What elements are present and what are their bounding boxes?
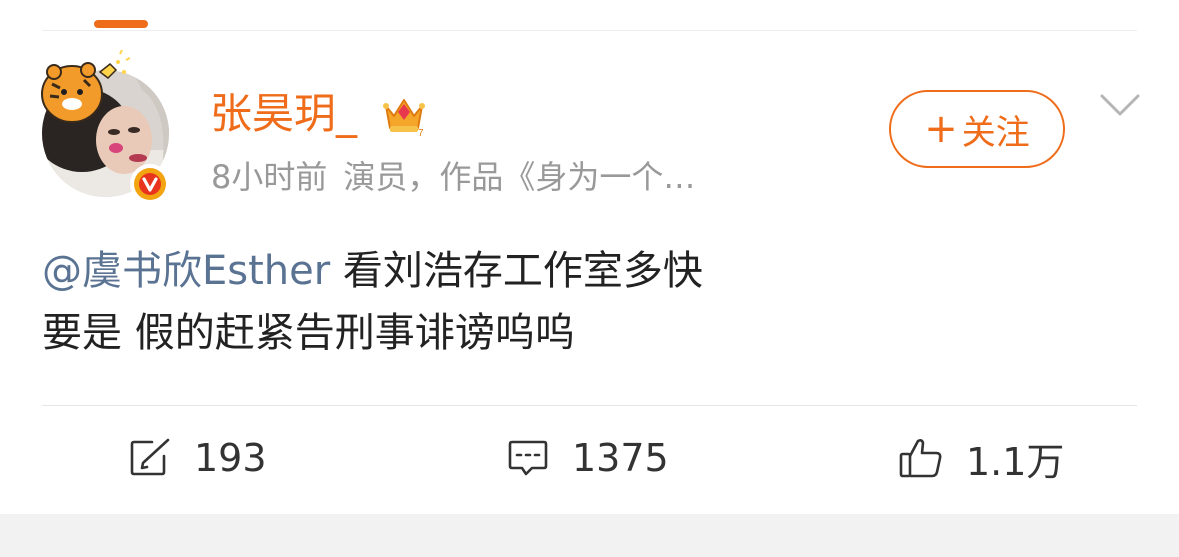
post-line-1: @虞书欣Esther 看刘浩存工作室多快: [42, 240, 1137, 302]
plus-icon: +: [924, 106, 958, 152]
like-count: 1.1万: [966, 439, 1065, 484]
post-content: @虞书欣Esther 看刘浩存工作室多快 要是 假的赶紧告刑事诽谤呜呜: [42, 240, 1137, 364]
tiger-sticker-icon: [41, 50, 130, 123]
svg-text:7: 7: [418, 128, 424, 138]
post-line-2: 要是 假的赶紧告刑事诽谤呜呜: [42, 310, 575, 356]
follow-label: 关注: [961, 112, 1030, 153]
mention-link[interactable]: @虞书欣Esther: [42, 248, 330, 294]
weibo-post-card: 张昊玥_ 7 8小时前 演员，作品《身为一个… + 关注 @虞书欣Esther 看…: [0, 0, 1179, 557]
share-icon: [130, 438, 170, 476]
repost-button[interactable]: 193: [128, 432, 267, 484]
crown-icon: 7: [383, 99, 425, 138]
card-separator: [0, 514, 1179, 557]
verified-v-badge: [130, 164, 170, 204]
active-tab-indicator: [94, 20, 148, 28]
comment-icon: [508, 440, 548, 476]
top-divider: [42, 30, 1137, 31]
author-description: 演员，作品《身为一个…: [343, 158, 696, 196]
comment-button[interactable]: 1375: [506, 432, 669, 484]
repost-count: 193: [194, 436, 267, 480]
comment-count: 1375: [572, 436, 669, 480]
author-name[interactable]: 张昊玥_: [210, 88, 357, 140]
post-text-1: 看刘浩存工作室多快: [330, 248, 703, 294]
follow-button[interactable]: + 关注: [889, 90, 1065, 168]
thumbs-up-icon: [899, 439, 942, 478]
like-button[interactable]: 1.1万: [898, 432, 1064, 484]
chevron-down-icon[interactable]: [1098, 90, 1142, 120]
post-meta: 8小时前 演员，作品《身为一个…: [211, 155, 695, 199]
action-divider: [42, 405, 1137, 406]
post-time: 8小时前: [211, 158, 328, 196]
